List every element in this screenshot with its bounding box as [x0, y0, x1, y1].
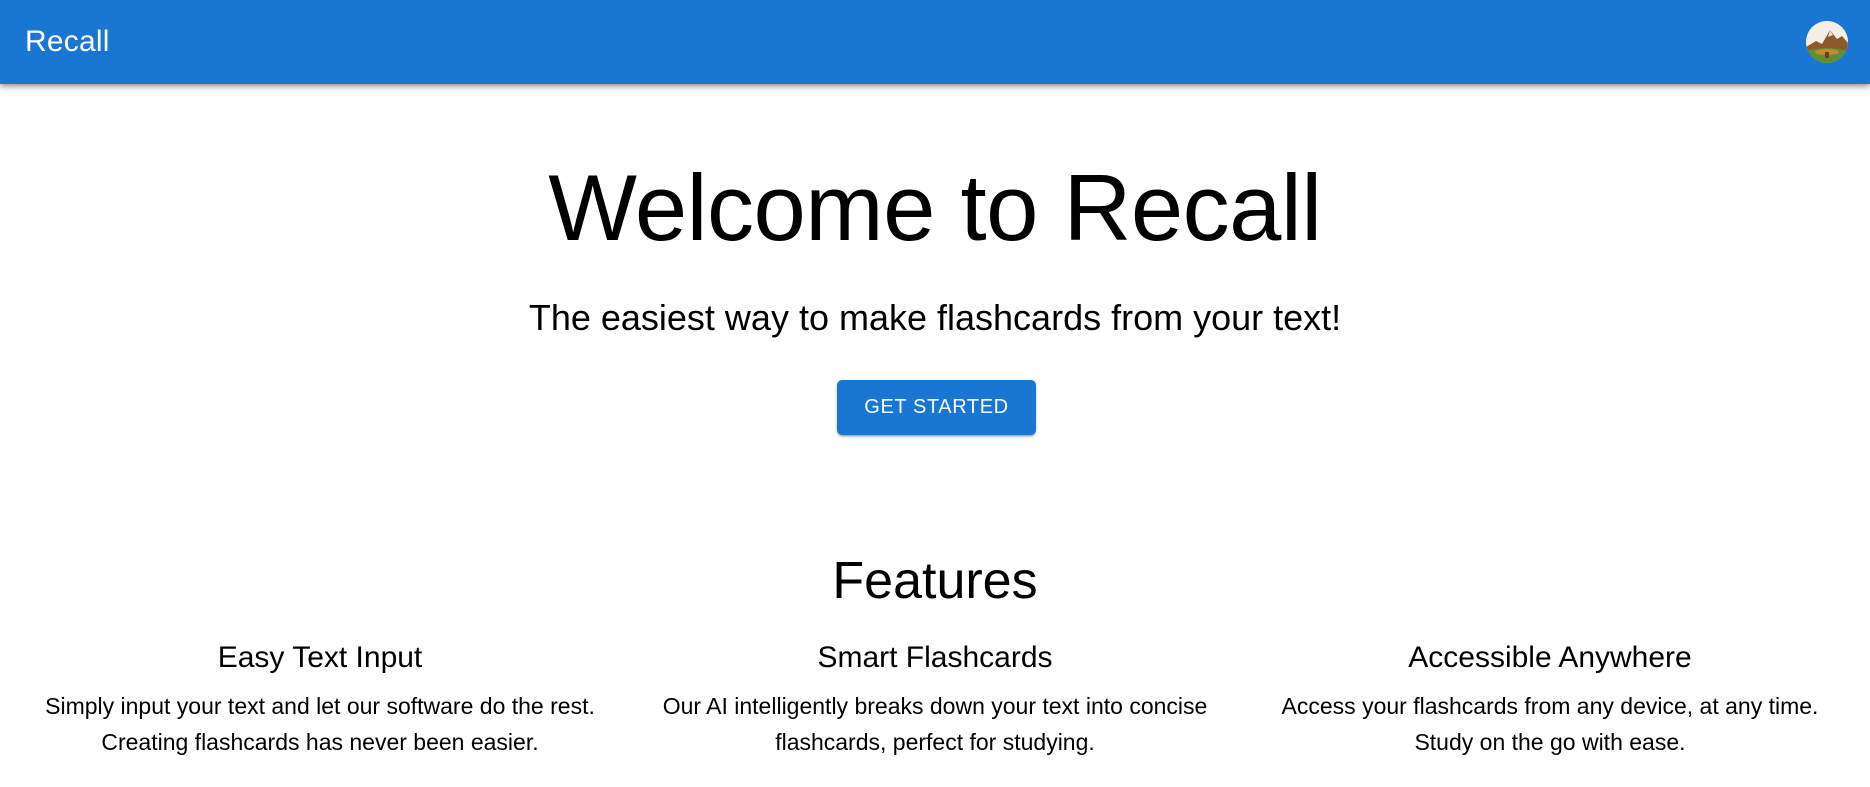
user-avatar-icon[interactable]	[1806, 21, 1848, 63]
feature-description: Simply input your text and let our softw…	[45, 693, 595, 755]
feature-card-easy-text-input: Easy Text Input Simply input your text a…	[40, 640, 600, 760]
hero-subtitle: The easiest way to make flashcards from …	[528, 297, 1342, 338]
get-started-button[interactable]: GET STARTED	[837, 380, 1036, 435]
feature-description: Access your flashcards from any device, …	[1281, 693, 1819, 755]
feature-description: Our AI intelligently breaks down your te…	[662, 693, 1208, 755]
hero-title: Welcome to Recall	[548, 155, 1322, 260]
feature-title: Easy Text Input	[217, 641, 423, 674]
feature-card-smart-flashcards: Smart Flashcards Our AI intelligently br…	[655, 640, 1215, 760]
features-title: Features	[832, 552, 1038, 610]
feature-title: Accessible Anywhere	[1408, 641, 1692, 674]
feature-title: Smart Flashcards	[817, 641, 1053, 674]
feature-card-accessible-anywhere: Accessible Anywhere Access your flashcar…	[1270, 640, 1830, 760]
app-bar: Recall	[0, 0, 1870, 84]
brand-title[interactable]: Recall	[25, 25, 110, 59]
avatar-image	[1806, 21, 1848, 63]
